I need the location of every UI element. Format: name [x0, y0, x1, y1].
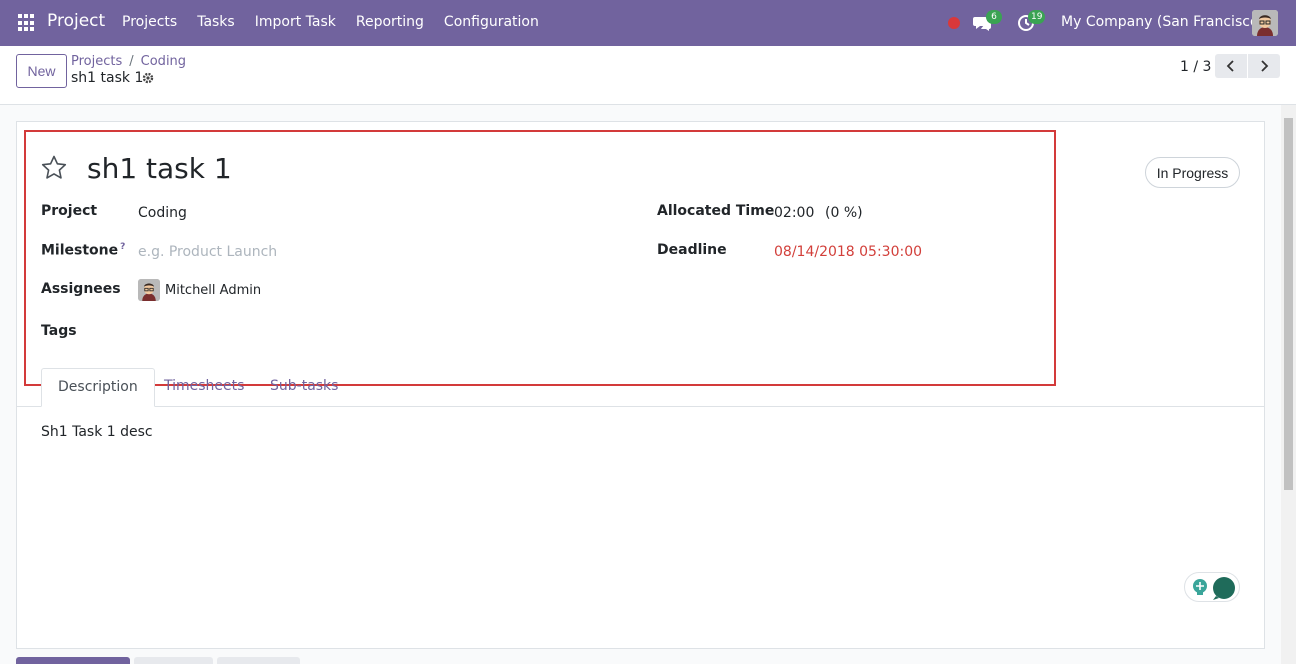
- menu-import-task[interactable]: Import Task: [255, 14, 336, 30]
- scrollbar-thumb[interactable]: [1284, 118, 1293, 490]
- deadline-field[interactable]: 08/14/2018 05:30:00: [774, 244, 922, 260]
- menu-tasks[interactable]: Tasks: [197, 14, 235, 30]
- pager-next-button[interactable]: [1248, 54, 1280, 78]
- breadcrumb: Projects / Coding: [71, 54, 186, 69]
- assistant-floating-button[interactable]: [1184, 572, 1240, 602]
- description-content[interactable]: Sh1 Task 1 desc: [41, 424, 153, 440]
- bottom-primary-button[interactable]: [16, 657, 130, 664]
- bottom-secondary-button[interactable]: [134, 657, 213, 664]
- allocated-time-percent: (0 %): [825, 205, 863, 221]
- gear-icon[interactable]: [142, 72, 154, 84]
- menu-configuration[interactable]: Configuration: [444, 14, 539, 30]
- project-label: Project: [41, 203, 98, 219]
- assignees-label: Assignees: [41, 281, 121, 297]
- milestone-input[interactable]: e.g. Product Launch: [138, 244, 277, 260]
- bottom-tertiary-button[interactable]: [217, 657, 300, 664]
- menu-projects[interactable]: Projects: [122, 14, 177, 30]
- menu-reporting[interactable]: Reporting: [356, 14, 424, 30]
- star-icon[interactable]: [40, 154, 68, 182]
- deadline-label: Deadline: [657, 242, 727, 258]
- control-panel: New Projects / Coding sh1 task 1 1 / 3: [0, 46, 1296, 105]
- chat-count-badge: 6: [986, 10, 1002, 24]
- tags-label: Tags: [41, 323, 77, 339]
- allocated-time-field[interactable]: 02:00: [774, 205, 814, 221]
- top-navbar: Project Projects Tasks Import Task Repor…: [0, 0, 1296, 46]
- assignee-tag[interactable]: Mitchell Admin: [165, 283, 261, 298]
- app-brand[interactable]: Project: [47, 11, 105, 31]
- user-avatar[interactable]: [1252, 10, 1278, 36]
- task-name-field[interactable]: sh1 task 1: [87, 152, 232, 185]
- chevron-left-icon: [1226, 60, 1234, 72]
- project-field[interactable]: Coding: [138, 205, 187, 221]
- new-button[interactable]: New: [16, 54, 67, 88]
- breadcrumb-projects[interactable]: Projects: [71, 54, 122, 69]
- pager-value[interactable]: 1 / 3: [1180, 59, 1211, 75]
- milestone-label: Milestone?: [41, 242, 125, 259]
- tab-timesheets[interactable]: Timesheets: [148, 368, 260, 407]
- lightbulb-icon: [1193, 579, 1207, 595]
- breadcrumb-separator: /: [129, 54, 134, 69]
- activity-count-badge: 19: [1028, 10, 1046, 24]
- recording-indicator-icon[interactable]: [948, 17, 960, 29]
- stage-status-button[interactable]: In Progress: [1145, 157, 1240, 188]
- pager-previous-button[interactable]: [1215, 54, 1247, 78]
- breadcrumb-coding[interactable]: Coding: [141, 54, 186, 69]
- company-switcher[interactable]: My Company (San Francisco): [1061, 14, 1264, 30]
- help-tooltip-icon[interactable]: ?: [120, 242, 125, 252]
- chevron-right-icon: [1261, 60, 1269, 72]
- chat-bubble-icon: [1213, 577, 1235, 600]
- app-grid-icon[interactable]: [18, 14, 36, 32]
- record-title: sh1 task 1: [71, 70, 144, 86]
- milestone-label-text: Milestone: [41, 242, 119, 259]
- assignee-avatar: [138, 279, 160, 301]
- main-menu: Projects Tasks Import Task Reporting Con…: [122, 14, 559, 30]
- tab-description[interactable]: Description: [41, 368, 155, 407]
- tab-sub-tasks[interactable]: Sub-tasks: [254, 368, 354, 407]
- allocated-time-label: Allocated Time: [657, 203, 775, 219]
